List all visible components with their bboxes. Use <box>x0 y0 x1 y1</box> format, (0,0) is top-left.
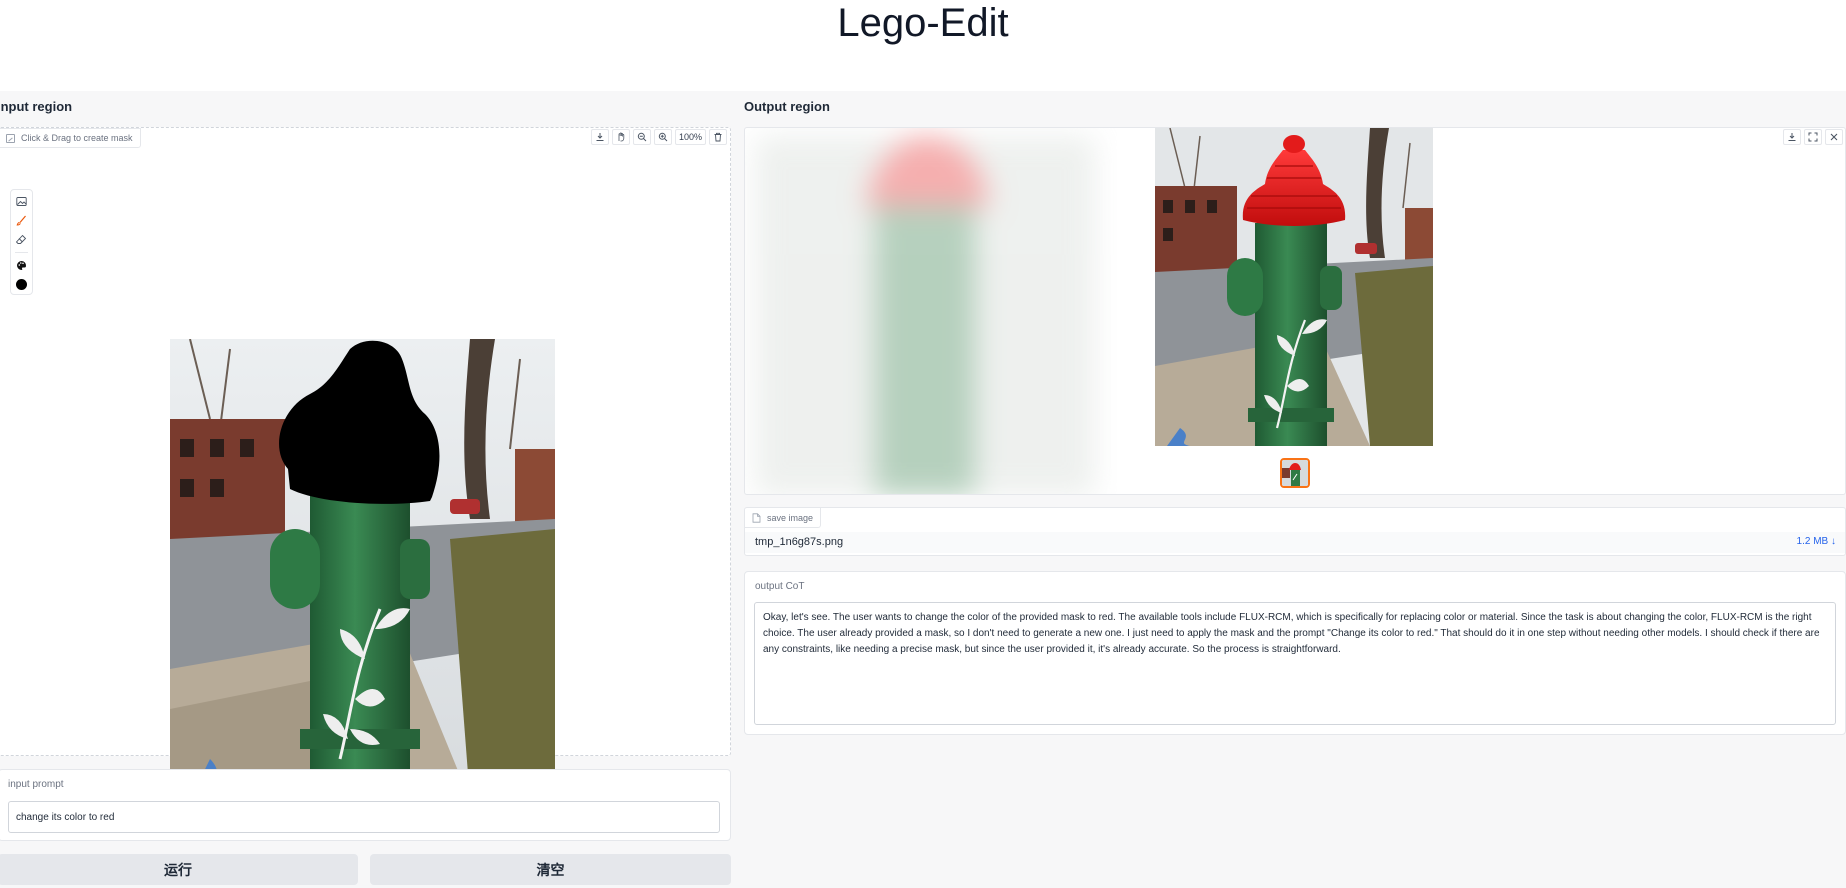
eraser-icon[interactable] <box>13 232 30 247</box>
trash-icon[interactable] <box>709 129 727 145</box>
download-icon[interactable] <box>590 129 609 145</box>
close-icon[interactable] <box>1825 129 1843 145</box>
prompt-input[interactable] <box>8 801 720 833</box>
clear-button[interactable]: 清空 <box>370 854 731 885</box>
rail-divider <box>15 252 28 253</box>
image-icon[interactable] <box>13 194 30 209</box>
zoom-out-icon[interactable] <box>632 129 651 145</box>
save-image-tag: save image <box>745 508 822 528</box>
palette-icon[interactable] <box>13 258 30 273</box>
output-image[interactable] <box>1155 128 1433 446</box>
mask-hint-text: Click & Drag to create mask <box>21 133 133 143</box>
cot-label: output CoT <box>755 581 805 592</box>
image-editor[interactable]: Click & Drag to create mask 100% <box>0 127 731 800</box>
brush-icon[interactable] <box>13 213 30 228</box>
blurred-preview <box>745 128 1117 494</box>
mask-tools <box>10 189 33 295</box>
fullscreen-icon[interactable] <box>1804 129 1822 145</box>
mask-icon <box>6 133 15 143</box>
gallery-actions <box>1783 129 1843 145</box>
input-image[interactable] <box>170 339 555 800</box>
output-region-title: Output region <box>744 99 830 114</box>
save-image-label: save image <box>767 512 814 523</box>
input-region-title: Input region <box>0 99 73 114</box>
file-download-link[interactable]: 1.2 MB ↓ <box>1797 536 1836 547</box>
page-title: Lego-Edit <box>837 1 1009 45</box>
file-card: save image tmp_1n6g87s.png 1.2 MB ↓ <box>744 507 1846 556</box>
pan-icon[interactable] <box>611 129 630 145</box>
app-root: Lego-Edit Input region Click & Drag to c… <box>0 0 1846 888</box>
file-icon <box>752 512 761 523</box>
cot-textarea[interactable]: Okay, let's see. The user wants to chang… <box>754 602 1836 725</box>
editor-toolbar: 100% <box>590 128 730 146</box>
mask-hint: Click & Drag to create mask <box>0 128 141 148</box>
zoom-in-icon[interactable] <box>653 129 672 145</box>
file-row: tmp_1n6g87s.png 1.2 MB ↓ <box>745 532 1845 553</box>
file-name: tmp_1n6g87s.png <box>755 536 844 548</box>
download-icon[interactable] <box>1783 129 1801 145</box>
cot-card: output CoT Okay, let's see. The user wan… <box>744 571 1846 735</box>
gallery-thumbnail[interactable] <box>1280 458 1310 488</box>
run-button[interactable]: 运行 <box>0 854 358 885</box>
output-gallery <box>744 127 1846 495</box>
prompt-label: input prompt <box>8 779 64 790</box>
zoom-level[interactable]: 100% <box>674 129 706 145</box>
color-dot-icon[interactable] <box>13 277 30 292</box>
prompt-card: input prompt <box>0 769 731 841</box>
